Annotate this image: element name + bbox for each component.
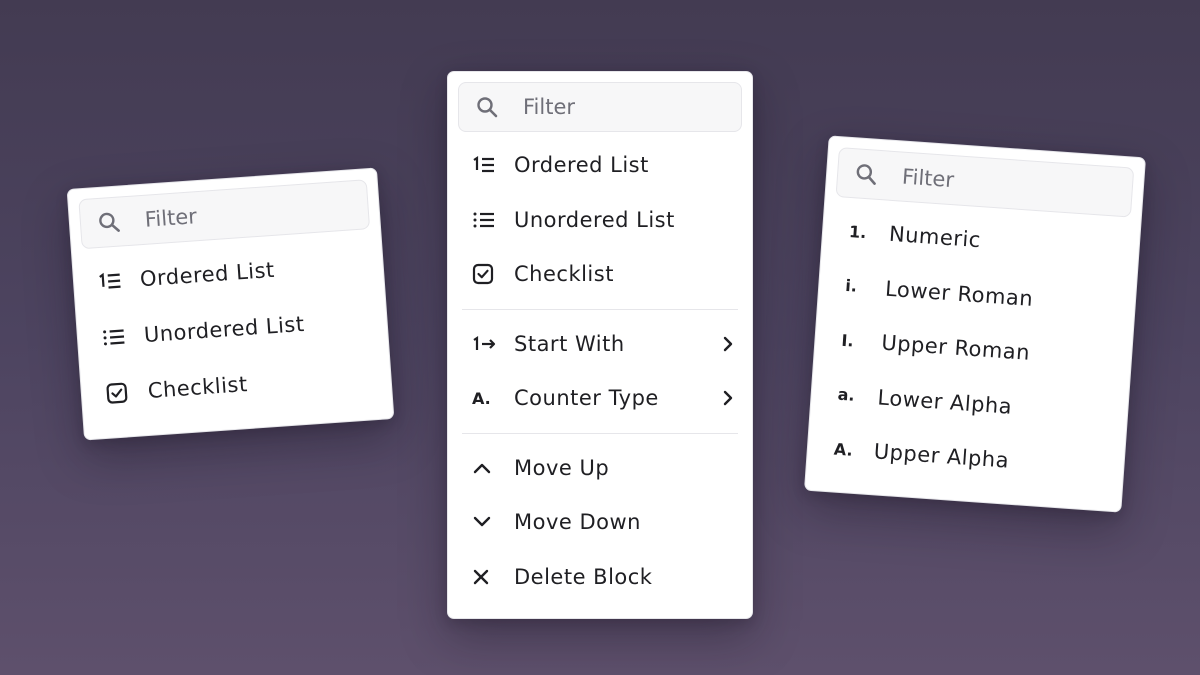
menu-item-label: Move Up bbox=[514, 455, 610, 480]
unordered-list-icon bbox=[101, 326, 128, 348]
menu-item-counter-type[interactable]: A. Counter Type bbox=[458, 371, 742, 426]
ordered-list-icon bbox=[97, 270, 124, 292]
upper-roman-marker: I. bbox=[840, 330, 855, 351]
menu-item-ordered-list[interactable]: Ordered List bbox=[458, 138, 742, 193]
filter-placeholder: Filter bbox=[523, 95, 576, 119]
menu-item-label: Lower Roman bbox=[884, 276, 1034, 311]
menu-item-unordered-list[interactable]: Unordered List bbox=[458, 193, 742, 248]
divider bbox=[462, 432, 738, 434]
start-with-icon bbox=[472, 334, 498, 354]
lower-roman-marker: i. bbox=[844, 276, 858, 296]
menu-item-label: Checklist bbox=[147, 372, 249, 403]
search-icon bbox=[96, 209, 122, 235]
numeric-marker: 1. bbox=[848, 221, 868, 242]
chevron-up-icon bbox=[472, 461, 498, 475]
ordered-list-icon bbox=[472, 155, 498, 175]
menu-item-start-with[interactable]: Start With bbox=[458, 317, 742, 372]
counter-type-icon: A. bbox=[472, 388, 491, 408]
menu-item-label: Ordered List bbox=[514, 153, 649, 178]
counter-type-submenu: Filter 1. Numeric i. Lower Roman I. Uppe… bbox=[803, 135, 1147, 513]
counter-menu-left: Filter Ordered List Unordered List Check… bbox=[66, 167, 395, 441]
menu-item-label: Checklist bbox=[514, 262, 614, 287]
menu-item-label: Lower Alpha bbox=[876, 385, 1013, 419]
menu-item-delete-block[interactable]: Delete Block bbox=[458, 550, 742, 605]
menu-item-move-up[interactable]: Move Up bbox=[458, 441, 742, 496]
lower-alpha-marker: a. bbox=[837, 384, 856, 406]
menu-item-label: Ordered List bbox=[139, 257, 276, 292]
chevron-right-icon bbox=[718, 335, 738, 353]
menu-item-label: Move Down bbox=[514, 510, 641, 535]
upper-alpha-marker: A. bbox=[833, 439, 854, 460]
search-icon bbox=[475, 95, 499, 119]
menu-item-checklist[interactable]: Checklist bbox=[458, 247, 742, 302]
filter-placeholder: Filter bbox=[144, 204, 198, 232]
menu-item-label: Numeric bbox=[888, 222, 982, 253]
divider bbox=[462, 308, 738, 310]
menu-item-label: Unordered List bbox=[143, 311, 306, 348]
menu-item-label: Counter Type bbox=[514, 386, 659, 411]
menu-item-label: Upper Roman bbox=[880, 330, 1031, 366]
filter-input[interactable]: Filter bbox=[458, 82, 742, 132]
menu-item-label: Delete Block bbox=[514, 564, 653, 589]
filter-placeholder: Filter bbox=[901, 164, 955, 193]
menu-item-label: Start With bbox=[514, 331, 625, 356]
checklist-icon bbox=[472, 263, 498, 285]
menu-item-label: Unordered List bbox=[514, 207, 675, 232]
search-icon bbox=[853, 161, 879, 187]
unordered-list-icon bbox=[472, 210, 498, 230]
menu-item-move-down[interactable]: Move Down bbox=[458, 495, 742, 550]
block-options-menu: Filter Ordered List Unordered List Check… bbox=[447, 71, 753, 619]
chevron-right-icon bbox=[718, 389, 738, 407]
checklist-icon bbox=[105, 381, 132, 405]
chevron-down-icon bbox=[472, 515, 498, 529]
menu-item-label: Upper Alpha bbox=[873, 439, 1010, 473]
close-icon bbox=[472, 568, 498, 586]
